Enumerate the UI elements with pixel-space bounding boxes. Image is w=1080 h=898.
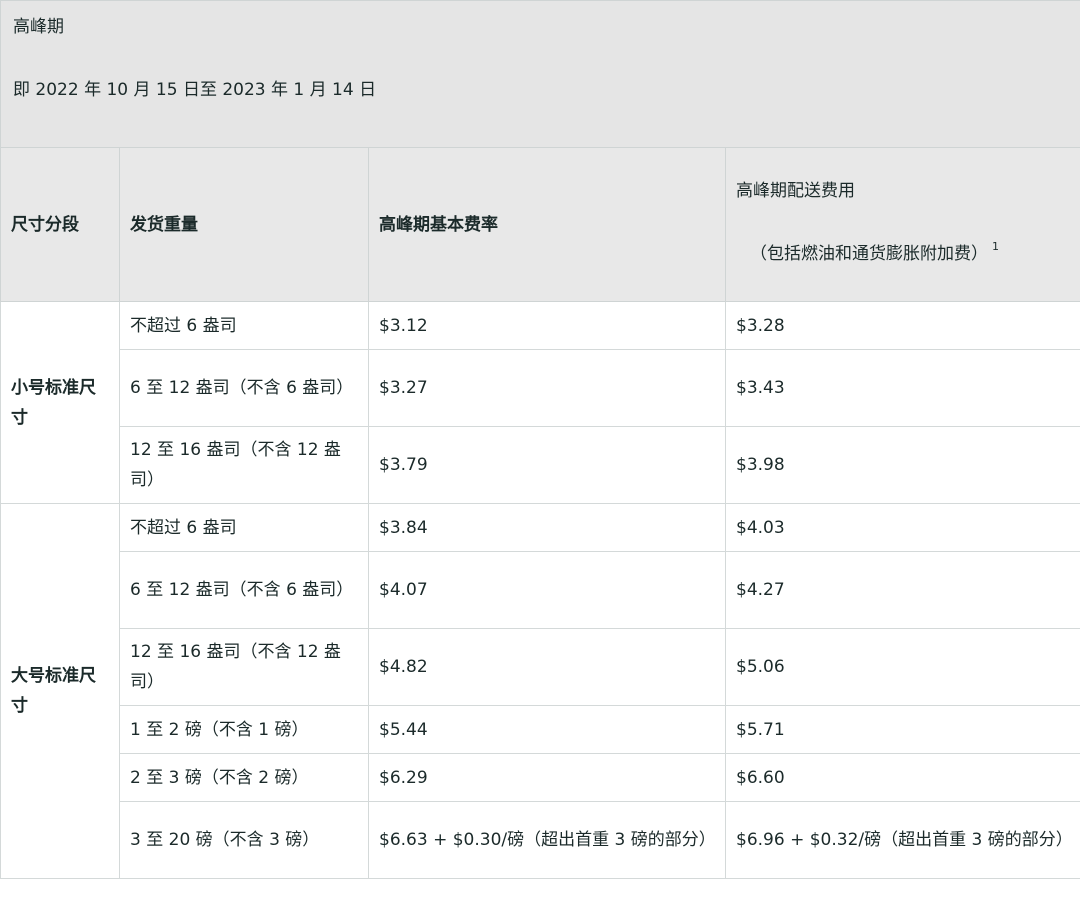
size-tier-small-standard: 小号标准尺寸 <box>0 301 120 504</box>
table-row: 12 至 16 盎司（不含 12 盎司） $4.82 $5.06 <box>1 628 1080 706</box>
fee-cell: $3.28 <box>725 301 1080 350</box>
weight-cell: 不超过 6 盎司 <box>119 301 369 350</box>
base-rate-cell: $3.79 <box>368 426 726 504</box>
fee-cell: $6.60 <box>725 753 1080 802</box>
fee-cell: $5.06 <box>725 628 1080 706</box>
period-header-row: 高峰期 即 2022 年 10 月 15 日至 2023 年 1 月 14 日 <box>0 0 1080 148</box>
table-row: 6 至 12 盎司（不含 6 盎司） $3.27 $3.43 <box>1 349 1080 427</box>
header-size-tier: 尺寸分段 <box>0 147 120 302</box>
base-rate-cell: $6.63 + $0.30/磅（超出首重 3 磅的部分） <box>368 801 726 879</box>
fee-cell: $4.27 <box>725 551 1080 629</box>
fee-cell: $3.98 <box>725 426 1080 504</box>
base-rate-cell: $3.27 <box>368 349 726 427</box>
table-row: 6 至 12 盎司（不含 6 盎司） $4.07 $4.27 <box>1 551 1080 629</box>
base-rate-cell: $4.82 <box>368 628 726 706</box>
header-fee-subtitle: （包括燃油和通货膨胀附加费） 1 <box>736 232 1071 269</box>
header-fee-surcharge-note: （包括燃油和通货膨胀附加费） <box>750 244 988 264</box>
base-rate-cell: $6.29 <box>368 753 726 802</box>
weight-cell: 不超过 6 盎司 <box>119 503 369 552</box>
fee-cell: $4.03 <box>725 503 1080 552</box>
table-row: 1 至 2 磅（不含 1 磅） $5.44 $5.71 <box>1 705 1080 754</box>
weight-cell: 6 至 12 盎司（不含 6 盎司） <box>119 349 369 427</box>
table-row: 12 至 16 盎司（不含 12 盎司） $3.79 $3.98 <box>1 426 1080 504</box>
weight-cell: 1 至 2 磅（不含 1 磅） <box>119 705 369 754</box>
weight-cell: 2 至 3 磅（不含 2 磅） <box>119 753 369 802</box>
table-row: 大号标准尺寸 不超过 6 盎司 $3.84 $4.03 <box>0 503 1080 879</box>
base-rate-cell: $5.44 <box>368 705 726 754</box>
header-weight: 发货重量 <box>119 147 369 302</box>
fee-table-container: 高峰期 即 2022 年 10 月 15 日至 2023 年 1 月 14 日 … <box>0 0 1080 898</box>
period-cell: 高峰期 即 2022 年 10 月 15 日至 2023 年 1 月 14 日 <box>0 0 1080 148</box>
weight-cell: 12 至 16 盎司（不含 12 盎司） <box>119 628 369 706</box>
weight-cell: 6 至 12 盎司（不含 6 盎司） <box>119 551 369 629</box>
fee-cell: $5.71 <box>725 705 1080 754</box>
weight-cell: 12 至 16 盎司（不含 12 盎司） <box>119 426 369 504</box>
peak-fee-table: 高峰期 即 2022 年 10 月 15 日至 2023 年 1 月 14 日 … <box>0 0 1080 879</box>
period-title: 高峰期 <box>13 17 64 37</box>
size-tier-large-standard: 大号标准尺寸 <box>0 503 120 879</box>
period-range: 即 2022 年 10 月 15 日至 2023 年 1 月 14 日 <box>13 80 377 100</box>
header-fee-title: 高峰期配送费用 <box>736 181 855 201</box>
base-rate-cell: $4.07 <box>368 551 726 629</box>
fee-cell: $3.43 <box>725 349 1080 427</box>
base-rate-cell: $3.84 <box>368 503 726 552</box>
column-header-row: 尺寸分段 发货重量 高峰期基本费率 高峰期配送费用 （包括燃油和通货膨胀附加费）… <box>0 147 1080 302</box>
header-base-rate: 高峰期基本费率 <box>368 147 726 302</box>
weight-cell: 3 至 20 磅（不含 3 磅） <box>119 801 369 879</box>
footnote-marker[interactable]: 1 <box>992 240 999 253</box>
base-rate-cell: $3.12 <box>368 301 726 350</box>
fee-cell: $6.96 + $0.32/磅（超出首重 3 磅的部分） <box>725 801 1080 879</box>
table-row: 小号标准尺寸 不超过 6 盎司 $3.12 $3.28 <box>0 301 1080 504</box>
header-fulfillment-fee: 高峰期配送费用 （包括燃油和通货膨胀附加费） 1 <box>725 147 1080 302</box>
table-row: 3 至 20 磅（不含 3 磅） $6.63 + $0.30/磅（超出首重 3 … <box>1 801 1080 879</box>
table-row: 2 至 3 磅（不含 2 磅） $6.29 $6.60 <box>1 753 1080 802</box>
